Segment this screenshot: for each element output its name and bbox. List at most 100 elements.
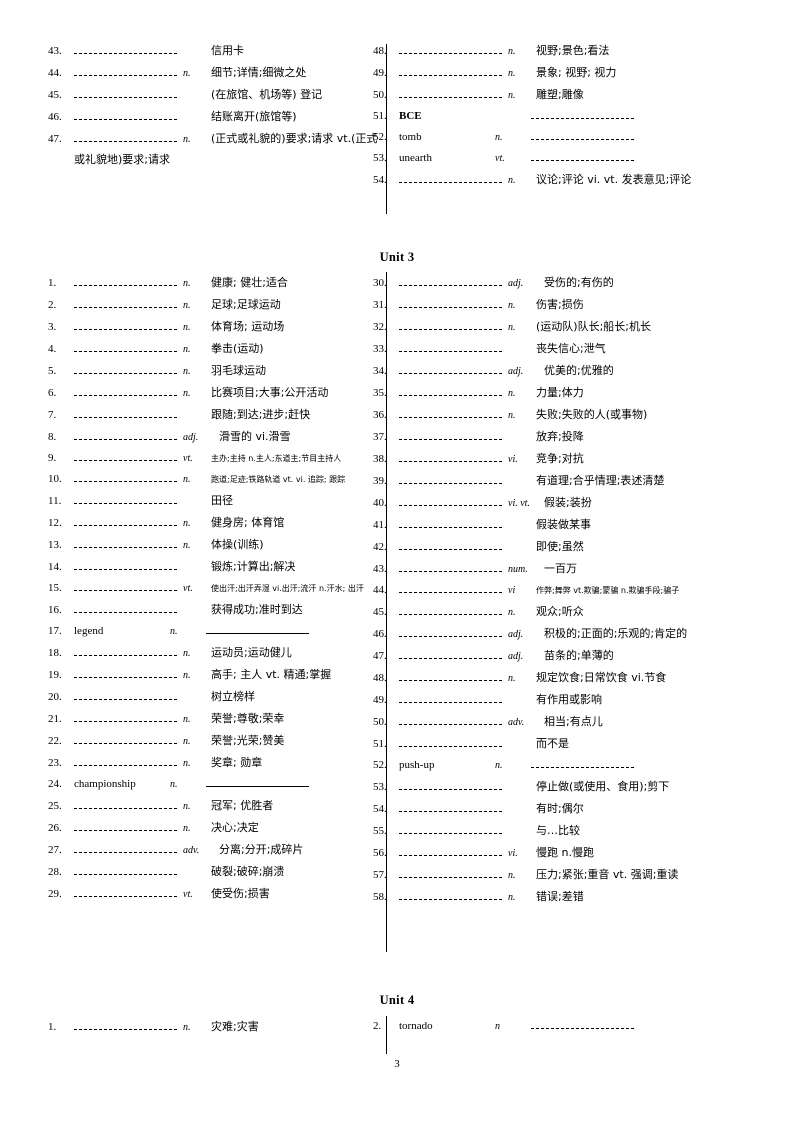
answer-blank[interactable]: [74, 601, 177, 613]
answer-blank[interactable]: [74, 885, 177, 897]
answer-blank[interactable]: [399, 691, 502, 703]
answer-blank[interactable]: [399, 472, 502, 484]
chinese-meaning: 而不是: [536, 737, 569, 750]
vocab-row: 45. n. 观众;听众: [373, 601, 794, 623]
answer-blank[interactable]: [399, 735, 502, 747]
answer-blank[interactable]: [399, 318, 502, 330]
answer-blank[interactable]: [399, 362, 502, 374]
answer-blank[interactable]: [399, 450, 502, 462]
answer-blank[interactable]: [74, 732, 177, 744]
answer-blank[interactable]: [399, 42, 502, 54]
answer-blank[interactable]: [74, 754, 177, 766]
answer-blank[interactable]: [74, 492, 177, 504]
answer-blank[interactable]: [74, 710, 177, 722]
item-number: 44.: [48, 67, 62, 79]
vocab-row: 47. n. (正式或礼貌的)要求;请求 vt.(正式: [48, 128, 377, 150]
vocab-row: 31. n. 伤害;损伤: [373, 294, 794, 316]
answer-blank[interactable]: [399, 538, 502, 550]
answer-blank[interactable]: [399, 581, 502, 593]
item-number: 18.: [48, 647, 62, 659]
answer-blank[interactable]: [531, 107, 634, 119]
answer-blank[interactable]: [399, 866, 502, 878]
english-word: legend: [74, 625, 104, 637]
answer-blank[interactable]: [74, 1018, 177, 1030]
item-number: 50.: [373, 89, 387, 101]
answer-blank[interactable]: [399, 406, 502, 418]
item-number: 12.: [48, 517, 62, 529]
answer-blank[interactable]: [399, 647, 502, 659]
answer-blank[interactable]: [74, 688, 177, 700]
answer-blank[interactable]: [399, 560, 502, 572]
answer-blank[interactable]: [399, 625, 502, 637]
answer-blank[interactable]: [399, 822, 502, 834]
answer-blank[interactable]: [74, 42, 177, 54]
answer-blank[interactable]: [399, 340, 502, 352]
answer-blank[interactable]: [74, 318, 177, 330]
answer-blank[interactable]: [74, 644, 177, 656]
answer-blank[interactable]: [531, 756, 634, 768]
answer-blank[interactable]: [74, 841, 177, 853]
chinese-meaning: 有作用或影响: [536, 693, 602, 706]
answer-blank[interactable]: [74, 108, 177, 120]
answer-blank[interactable]: [399, 778, 502, 790]
answer-blank[interactable]: [531, 128, 634, 140]
answer-blank[interactable]: [399, 296, 502, 308]
answer-blank[interactable]: [74, 514, 177, 526]
answer-blank[interactable]: [74, 666, 177, 678]
answer-blank[interactable]: [74, 428, 177, 440]
answer-blank[interactable]: [399, 800, 502, 812]
answer-blank[interactable]: [399, 274, 502, 286]
item-number: 36.: [373, 409, 387, 421]
answer-blank[interactable]: [74, 797, 177, 809]
answer-blank[interactable]: [74, 362, 177, 374]
item-number: 14.: [48, 561, 62, 573]
answer-blank[interactable]: [74, 340, 177, 352]
answer-blank[interactable]: [531, 1017, 634, 1029]
answer-blank[interactable]: [74, 130, 177, 142]
answer-blank[interactable]: [206, 622, 309, 634]
vocab-row: 12. n. 健身房; 体育馆: [48, 512, 349, 534]
answer-blank[interactable]: [399, 844, 502, 856]
answer-blank[interactable]: [531, 149, 634, 161]
answer-blank[interactable]: [399, 669, 502, 681]
answer-blank[interactable]: [74, 64, 177, 76]
answer-blank[interactable]: [74, 296, 177, 308]
answer-blank[interactable]: [74, 863, 177, 875]
chinese-meaning: 优美的;优雅的: [544, 364, 614, 377]
answer-blank[interactable]: [399, 384, 502, 396]
vocab-row: 1. n. 健康; 健壮;适合: [48, 272, 349, 294]
answer-blank[interactable]: [74, 536, 177, 548]
answer-blank[interactable]: [399, 888, 502, 900]
part-of-speech: vt.: [183, 583, 193, 594]
answer-blank[interactable]: [74, 384, 177, 396]
answer-blank[interactable]: [399, 713, 502, 725]
vocab-row: 20. 树立榜样: [48, 686, 349, 708]
vocab-row: 55. 与…比较: [373, 820, 794, 842]
item-number: 43.: [373, 563, 387, 575]
answer-blank[interactable]: [399, 516, 502, 528]
chinese-meaning: 即使;虽然: [536, 540, 584, 553]
vocab-row: 50. adv. 相当;有点儿: [373, 711, 794, 733]
answer-blank[interactable]: [399, 171, 502, 183]
answer-blank[interactable]: [74, 274, 177, 286]
chinese-meaning: 获得成功;准时到达: [211, 603, 303, 616]
vocab-row: 44. n. 细节;详情;细微之处: [48, 62, 349, 84]
answer-blank[interactable]: [74, 558, 177, 570]
answer-blank[interactable]: [399, 86, 502, 98]
answer-blank[interactable]: [206, 775, 309, 787]
answer-blank[interactable]: [399, 64, 502, 76]
vocab-row: 23. n. 奖章; 勋章: [48, 752, 349, 774]
answer-blank[interactable]: [74, 819, 177, 831]
answer-blank[interactable]: [74, 449, 177, 461]
chinese-meaning: 滑雪的 vi.滑雪: [219, 430, 291, 443]
answer-blank[interactable]: [399, 603, 502, 615]
vocab-row: 50. n. 雕塑;雕像: [373, 84, 794, 106]
answer-blank[interactable]: [399, 428, 502, 440]
answer-blank[interactable]: [74, 579, 177, 591]
part-of-speech: n.: [495, 760, 503, 771]
answer-blank[interactable]: [74, 470, 177, 482]
chinese-meaning: 跑道;足迹;铁路轨道 vt. vi. 追踪; 跟踪: [211, 475, 346, 484]
answer-blank[interactable]: [74, 86, 177, 98]
answer-blank[interactable]: [399, 494, 502, 506]
answer-blank[interactable]: [74, 406, 177, 418]
